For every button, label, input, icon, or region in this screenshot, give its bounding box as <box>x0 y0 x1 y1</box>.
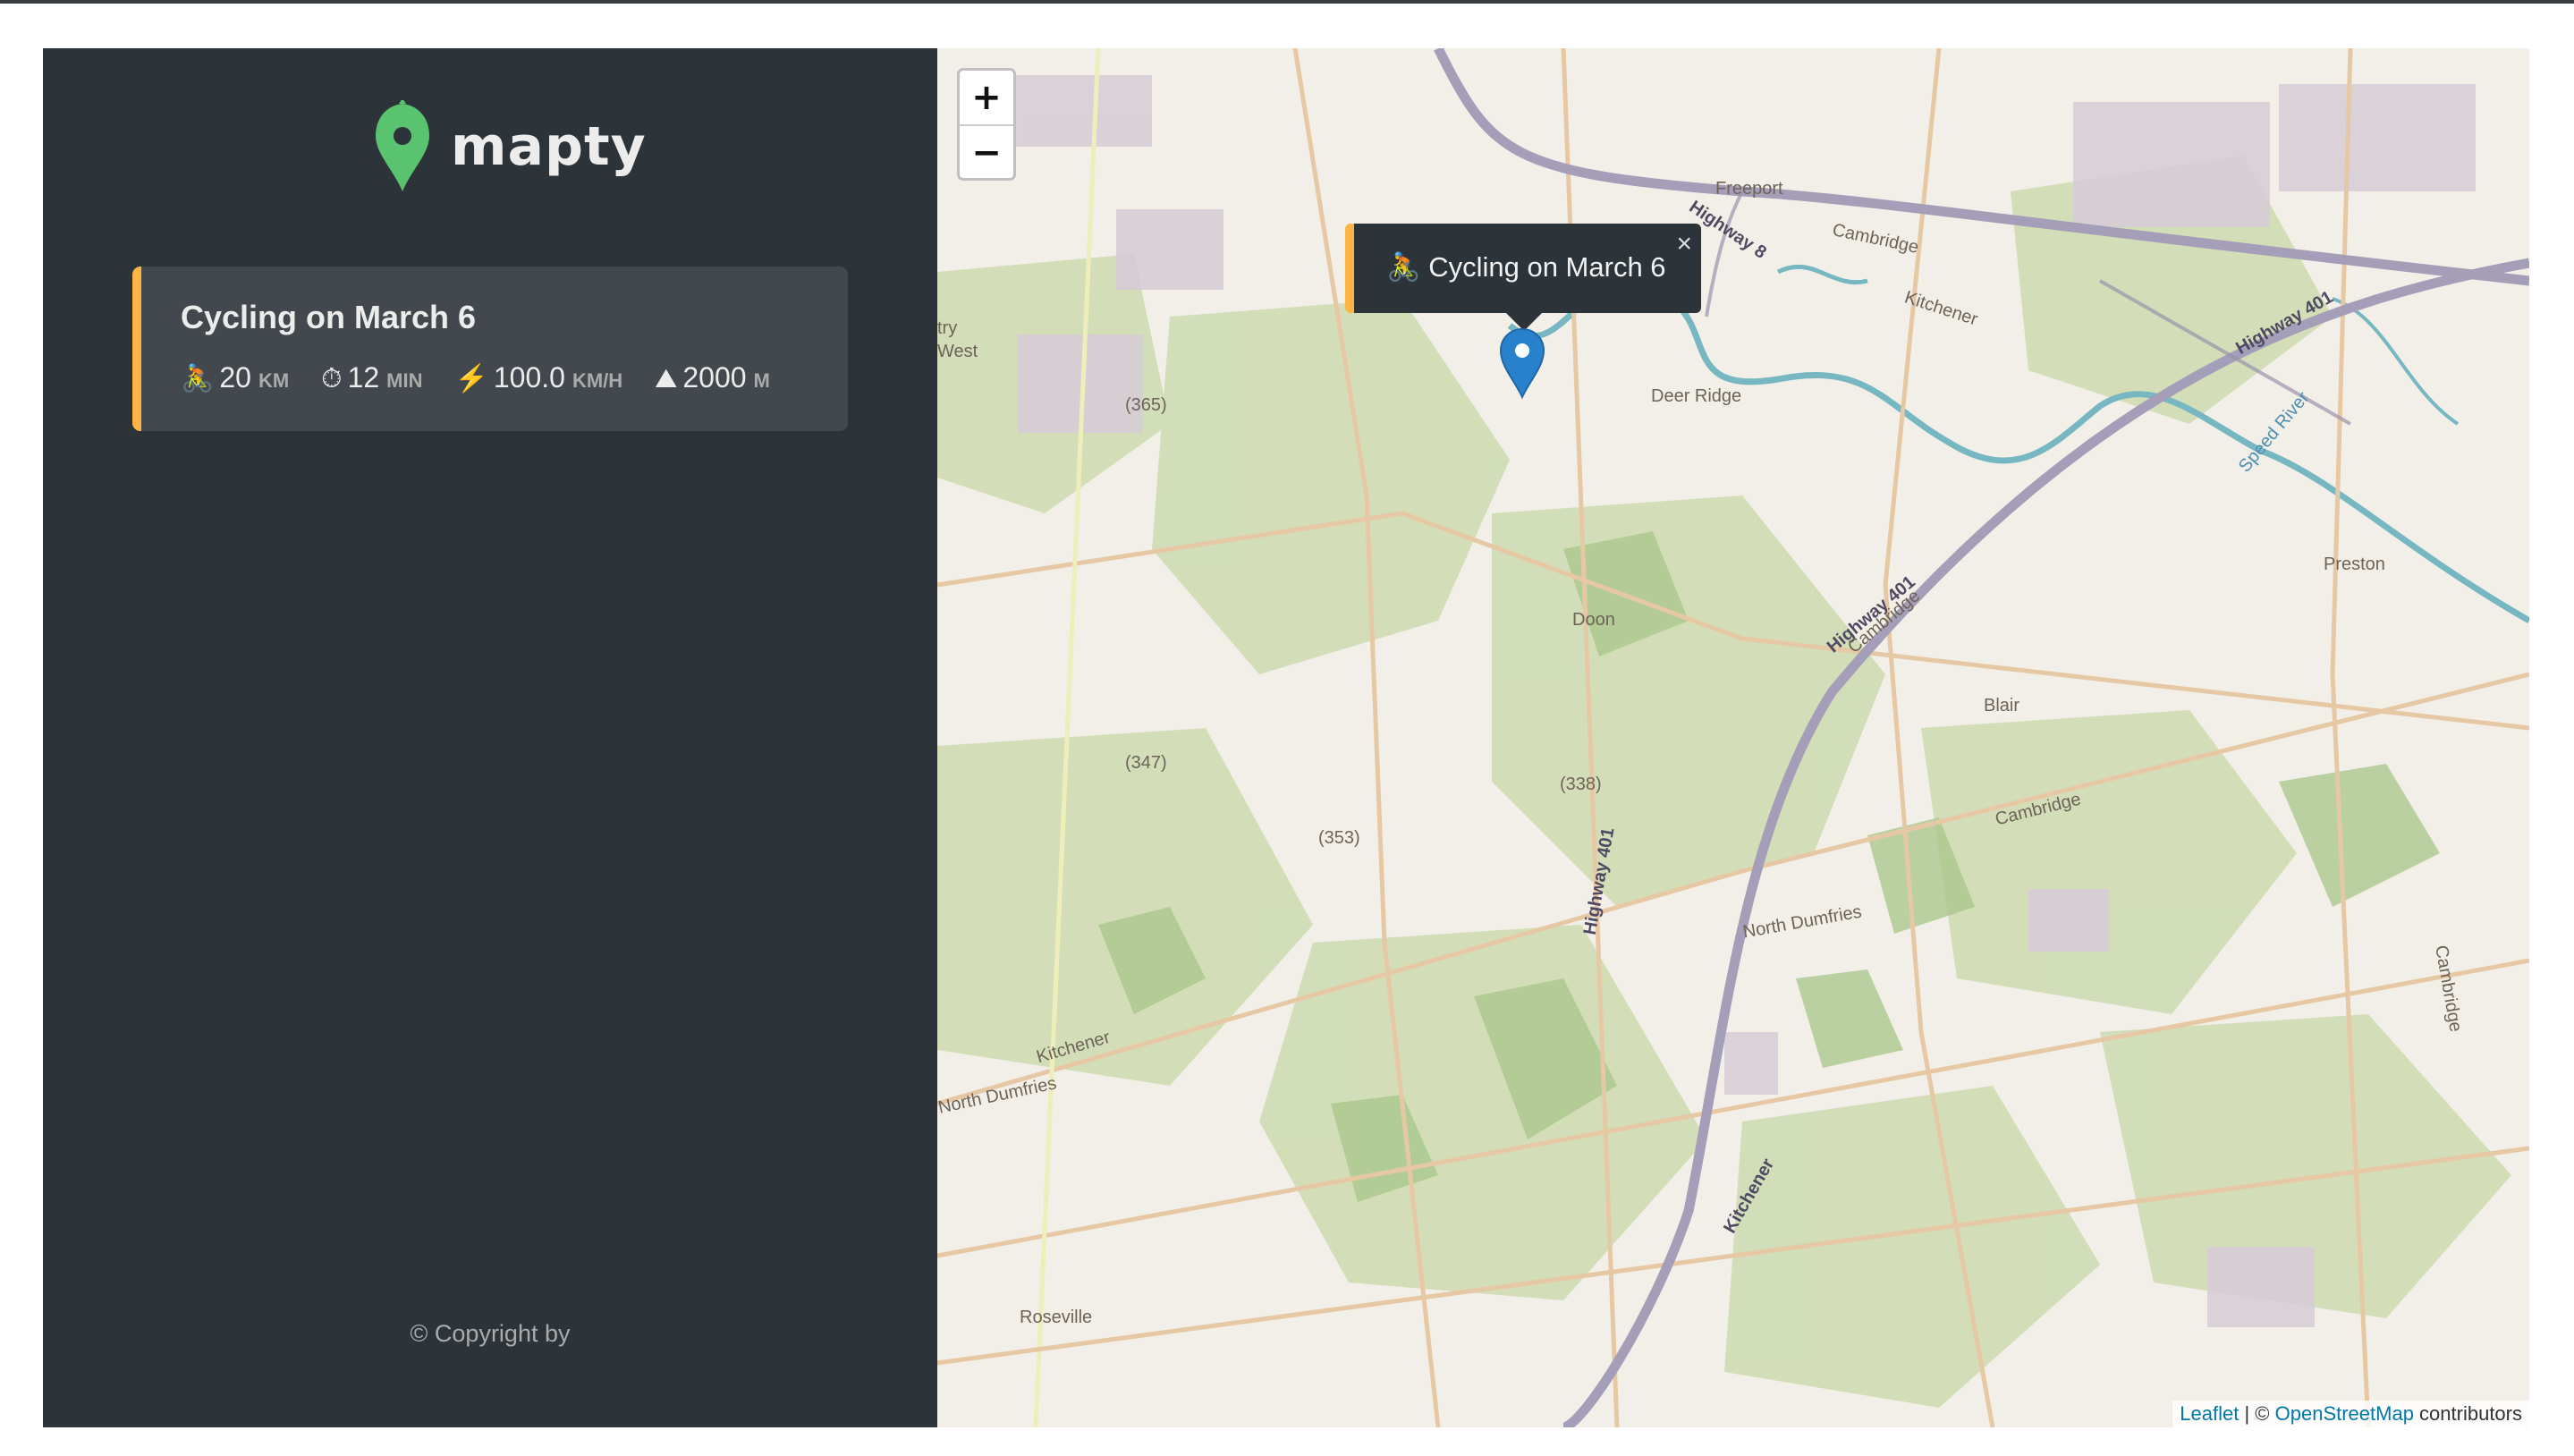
popup-text: 🚴 Cycling on March 6 <box>1386 251 1666 283</box>
workout-title: Cycling on March 6 <box>181 299 477 335</box>
workout-card[interactable]: Cycling on March 6 🚴 20 km ⏱ 12 min ⚡ 10… <box>132 267 848 431</box>
place-label: try <box>937 318 958 338</box>
logo: mapty <box>374 100 647 193</box>
distance-value: 20 <box>219 361 251 394</box>
duration-unit: min <box>386 369 423 392</box>
duration-value: 12 <box>347 361 380 394</box>
map-marker-icon[interactable] <box>1499 327 1545 399</box>
lightning-icon: ⚡ <box>454 364 488 394</box>
zoom-out-button[interactable]: − <box>960 124 1013 178</box>
place-label: Freeport <box>1715 179 1783 199</box>
workout-details: 🚴 20 km ⏱ 12 min ⚡ 100.0 km/h ⛰ 2000 m <box>181 361 802 394</box>
map[interactable]: Freeport Cambridge Kitchener Highway 8 H… <box>937 48 2529 1427</box>
elevation-value: 2000 <box>682 361 747 394</box>
place-label: Deer Ridge <box>1651 386 1742 406</box>
speed-value: 100.0 <box>493 361 565 394</box>
zoom-in-button[interactable]: + <box>960 71 1013 124</box>
elevation-detail: ⛰ 2000 m <box>655 361 770 394</box>
place-label: Blair <box>1984 696 2020 715</box>
place-label: West <box>937 342 978 361</box>
duration-detail: ⏱ 12 min <box>321 361 422 394</box>
map-attribution: Leaflet | © OpenStreetMap contributors <box>2172 1401 2529 1427</box>
place-label: Roseville <box>1020 1308 1093 1327</box>
sidebar: mapty Cycling on March 6 🚴 20 km ⏱ 12 mi… <box>43 48 937 1427</box>
zoom-control: + − <box>957 68 1016 181</box>
leaflet-link[interactable]: Leaflet <box>2180 1402 2239 1425</box>
attribution-separator: | © <box>2239 1402 2275 1425</box>
logo-text: mapty <box>451 115 647 178</box>
place-label: (347) <box>1125 753 1167 773</box>
place-label: (338) <box>1560 775 1602 794</box>
speed-unit: km/h <box>572 369 623 392</box>
map-pin-logo-icon <box>376 100 429 191</box>
place-label: (365) <box>1125 395 1167 415</box>
place-label: Doon <box>1572 610 1615 630</box>
popup-close-button[interactable]: × <box>1676 229 1692 259</box>
speed-detail: ⚡ 100.0 km/h <box>455 361 623 394</box>
copyright: © Copyright by <box>410 1320 571 1347</box>
cyclist-icon: 🚴 <box>181 364 215 394</box>
distance-detail: 🚴 20 km <box>181 361 289 394</box>
place-label: Preston <box>2324 554 2385 574</box>
elevation-unit: m <box>753 369 770 392</box>
stopwatch-icon: ⏱ <box>321 364 343 394</box>
place-label: (353) <box>1318 828 1360 848</box>
openstreetmap-link[interactable]: OpenStreetMap <box>2275 1402 2414 1425</box>
workout-popup[interactable]: 🚴 Cycling on March 6 × <box>1345 224 1701 331</box>
mountain-icon: ⛰ <box>655 364 678 394</box>
attribution-suffix: contributors <box>2413 1402 2522 1425</box>
top-border <box>0 0 2574 4</box>
distance-unit: km <box>258 369 290 392</box>
